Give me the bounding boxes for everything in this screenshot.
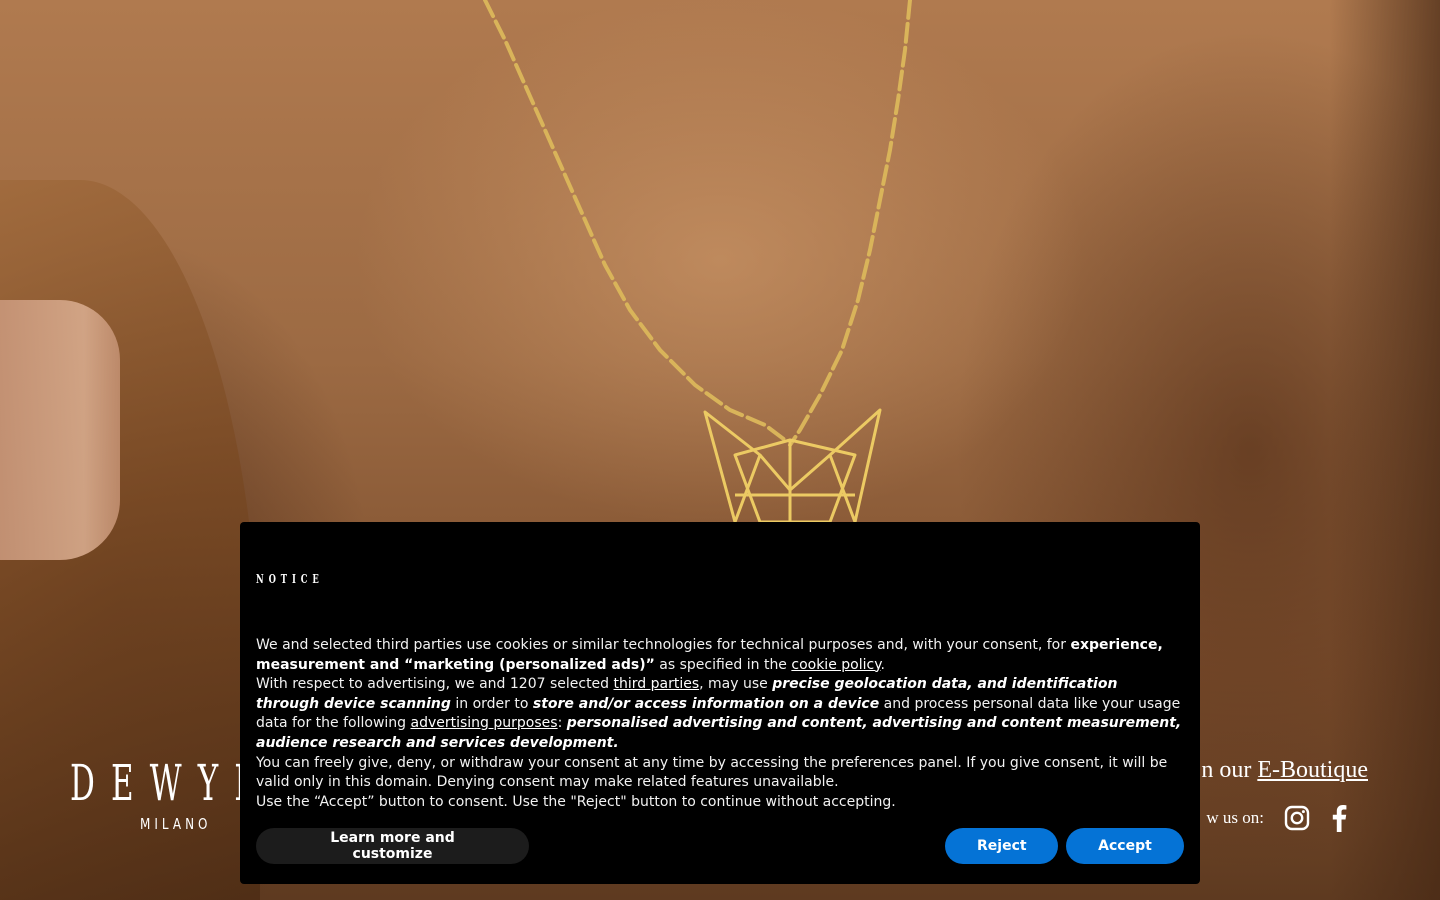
- consent-paragraph-4: Use the “Accept” button to consent. Use …: [256, 793, 896, 810]
- consent-text: With respect to advertising, we and 1207…: [256, 676, 614, 693]
- consent-body: We and selected third parties use cookie…: [256, 636, 1184, 812]
- reject-button[interactable]: Reject: [945, 828, 1058, 864]
- consent-text: We and selected third parties use cookie…: [256, 637, 1071, 653]
- cookie-consent-banner: NOTICE We and selected third parties use…: [240, 522, 1200, 884]
- advertising-purposes-link[interactable]: advertising purposes: [411, 715, 558, 731]
- shop-link-row: n our E-Boutique: [1201, 757, 1368, 784]
- consent-text: .: [880, 656, 885, 673]
- facebook-icon[interactable]: [1330, 804, 1348, 832]
- consent-text: as specified in the: [654, 656, 792, 673]
- consent-paragraph-2: With respect to advertising, we and 1207…: [256, 675, 1184, 753]
- consent-emphasis: store and/or access information on a dev…: [532, 695, 880, 712]
- e-boutique-link[interactable]: E-Boutique: [1257, 757, 1368, 783]
- consent-text: , may use: [699, 676, 773, 693]
- third-parties-link[interactable]: third parties: [614, 676, 700, 692]
- social-follow-row: w us on:: [1206, 804, 1348, 832]
- consent-text: :: [557, 715, 567, 732]
- shop-prefix-text: n our: [1201, 757, 1252, 783]
- consent-paragraph-1: We and selected third parties use cookie…: [256, 636, 1184, 675]
- instagram-icon[interactable]: [1284, 805, 1310, 831]
- accept-button[interactable]: Accept: [1066, 828, 1184, 864]
- consent-title: NOTICE: [256, 572, 324, 586]
- follow-label: w us on:: [1206, 808, 1264, 827]
- learn-more-customize-button[interactable]: Learn more and customize: [256, 828, 529, 864]
- consent-text: in order to: [450, 695, 533, 712]
- cookie-policy-link[interactable]: cookie policy: [791, 657, 880, 673]
- consent-paragraph-3: You can freely give, deny, or withdraw y…: [256, 754, 1168, 791]
